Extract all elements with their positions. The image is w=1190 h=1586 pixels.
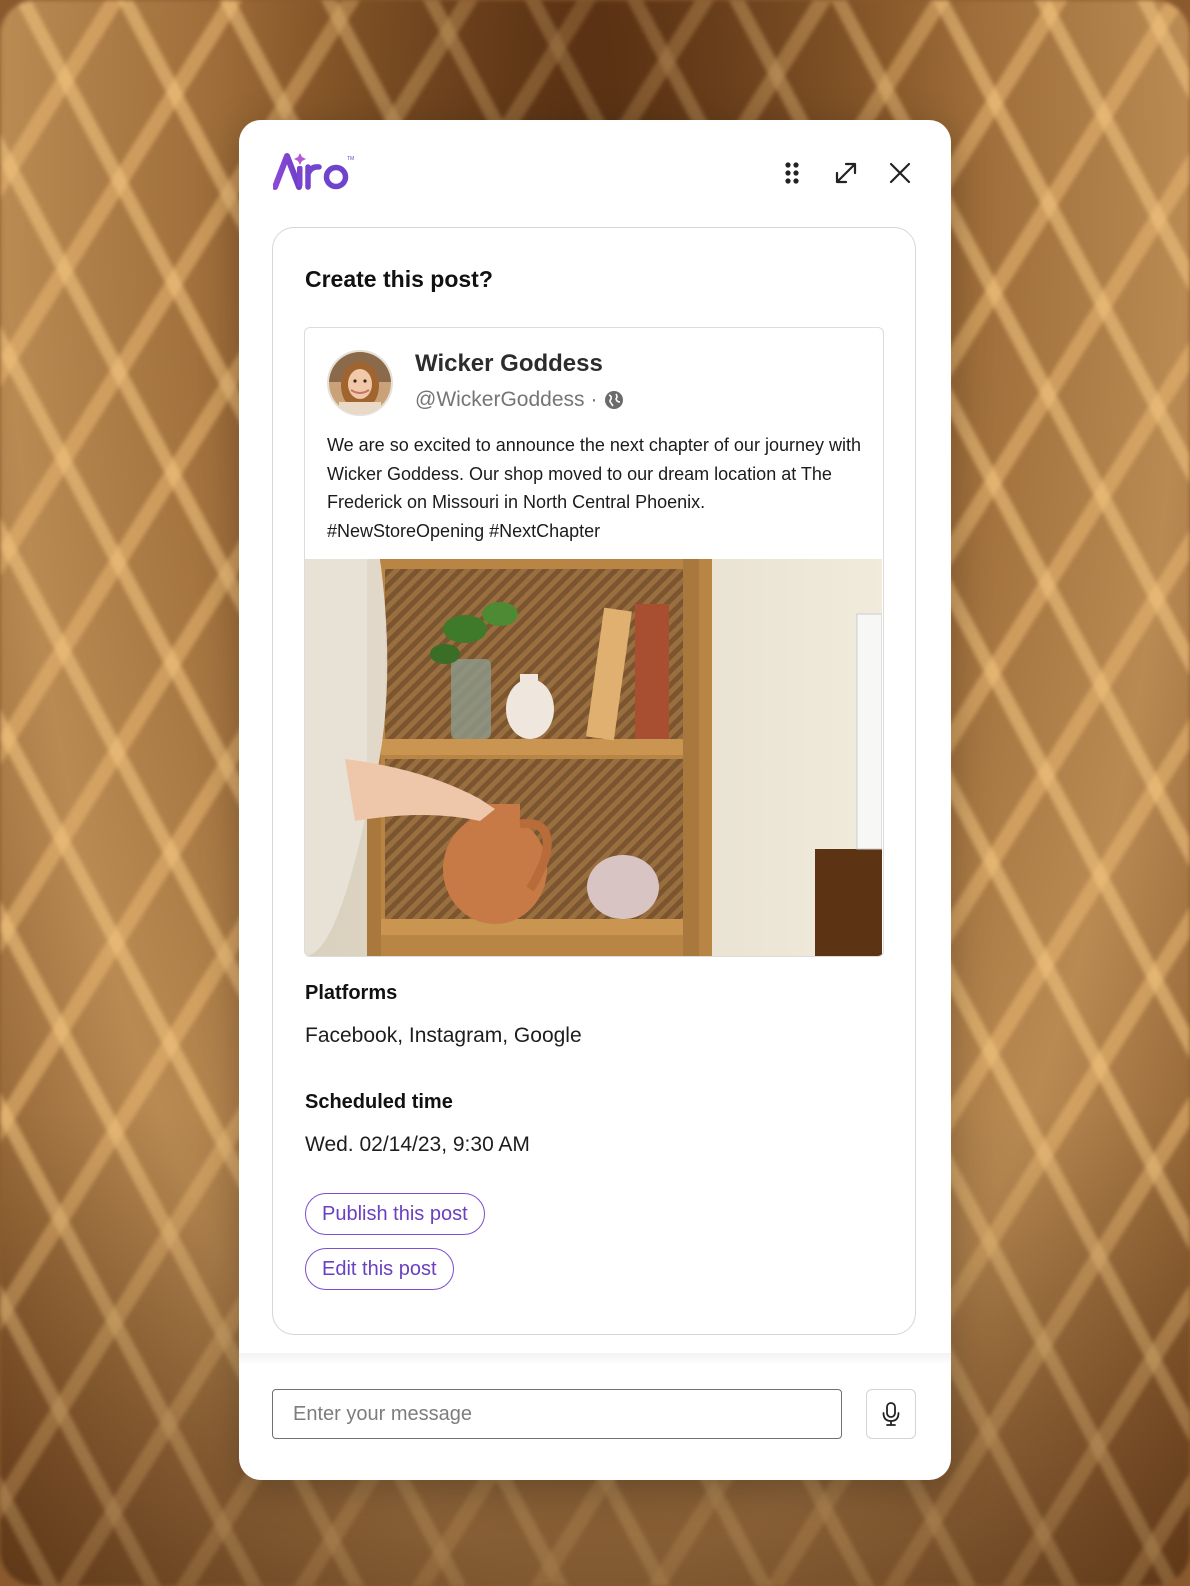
drag-handle-icon [785, 162, 799, 184]
close-icon [889, 162, 911, 184]
post-image [305, 559, 882, 956]
composer-divider [239, 1353, 951, 1365]
card-title: Create this post? [305, 266, 493, 292]
post-author-handle: @WickerGoddess [415, 388, 585, 411]
scheduled-time-value: Wed. 02/14/23, 9:30 AM [305, 1133, 530, 1156]
social-post-preview: Wicker Goddess @WickerGoddess · We are s… [304, 327, 884, 957]
globe-icon [604, 391, 623, 409]
scheduled-time-label: Scheduled time [305, 1091, 453, 1113]
post-author-handle-row: @WickerGoddess · [415, 388, 624, 412]
message-input[interactable] [272, 1389, 842, 1439]
post-preview-card: Create this post? Wicker Goddess @Wicker… [272, 227, 916, 1335]
drag-handle-button[interactable] [775, 156, 809, 190]
expand-button[interactable] [829, 156, 863, 190]
microphone-icon [882, 1402, 900, 1426]
post-author-name: Wicker Goddess [415, 350, 603, 377]
visibility-separator: · [590, 388, 598, 411]
edit-post-button[interactable]: Edit this post [305, 1248, 454, 1290]
post-body-text: We are so excited to announce the next c… [327, 435, 861, 541]
avatar [327, 350, 393, 416]
publish-post-button[interactable]: Publish this post [305, 1193, 485, 1235]
svg-text:TM: TM [347, 156, 354, 162]
airo-chat-panel: TM Create this post? Wicker Goddess @Wic… [239, 120, 951, 1480]
platforms-label: Platforms [305, 982, 398, 1004]
microphone-button[interactable] [866, 1389, 916, 1439]
platforms-value: Facebook, Instagram, Google [305, 1024, 582, 1047]
airo-logo: TM [273, 153, 354, 190]
panel-header: TM [239, 120, 951, 220]
close-button[interactable] [883, 156, 917, 190]
expand-icon [835, 162, 857, 184]
